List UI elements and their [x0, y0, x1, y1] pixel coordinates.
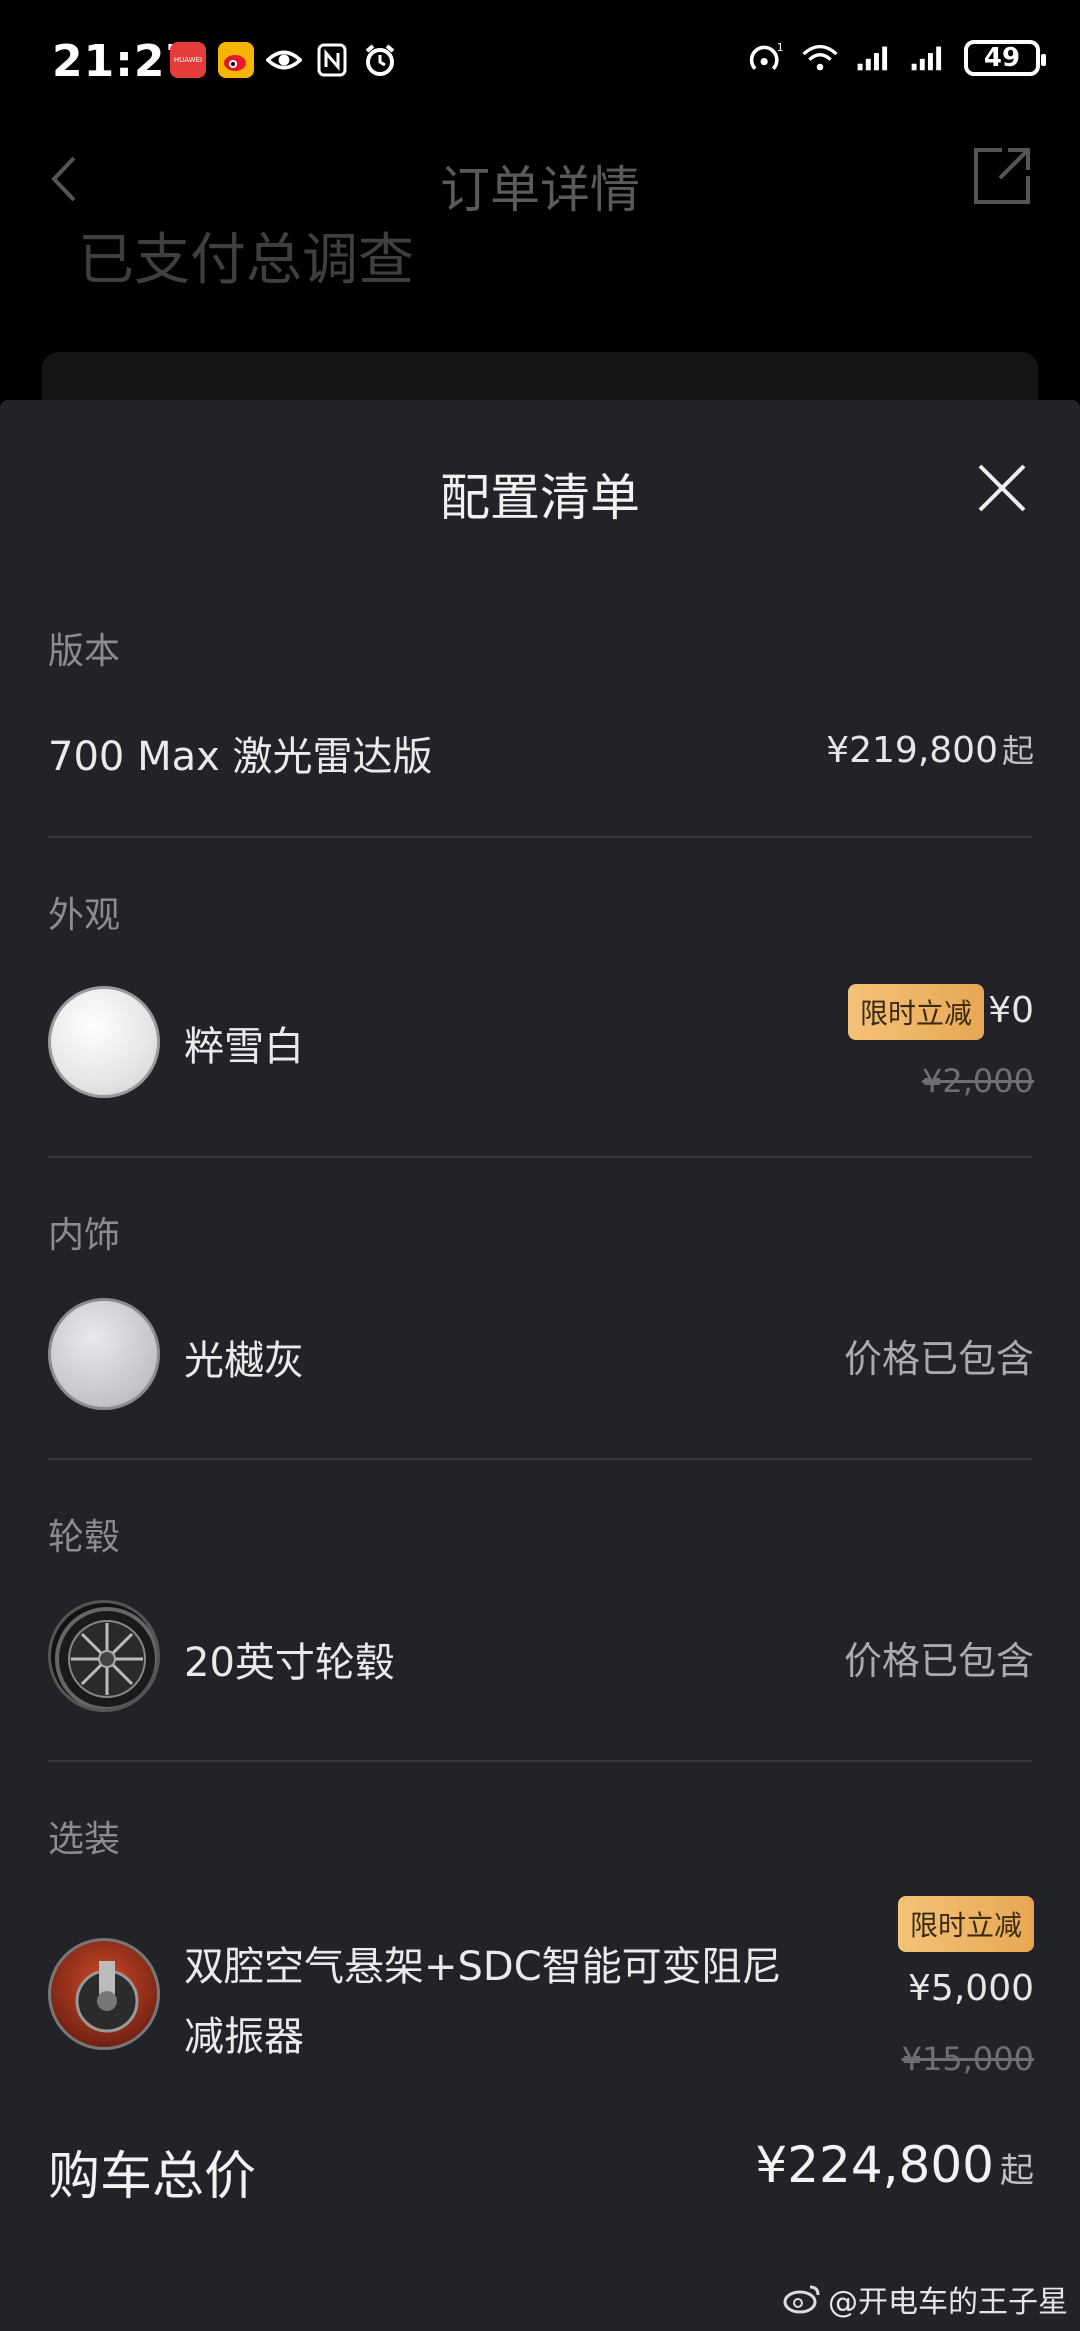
signal-icon-2	[910, 40, 946, 76]
wheels-price-note: 价格已包含	[843, 1639, 1034, 1683]
wheels-name: 20英寸轮毂	[184, 1640, 395, 1686]
status-bar: 21:27 HUAWEI 1 49	[0, 0, 1080, 120]
wheel-thumbnail	[48, 1600, 160, 1712]
exterior-name: 粹雪白	[184, 1024, 304, 1070]
sheet-title: 配置清单	[440, 469, 640, 527]
notification-icons: HUAWEI	[170, 42, 398, 78]
nfc-icon	[314, 42, 350, 78]
interior-color-swatch	[48, 1298, 160, 1410]
background-page: 订单详情 已支付总调查	[0, 120, 1080, 400]
interior-price-note: 价格已包含	[843, 1337, 1034, 1381]
total-price: ¥224,800 起	[755, 2136, 1034, 2194]
total-price-suffix: 起	[1000, 2151, 1034, 2191]
section-label-options: 选装	[48, 1819, 121, 1860]
exterior-color-swatch	[48, 986, 160, 1098]
weibo-app-icon	[218, 42, 254, 78]
share-icon	[972, 146, 1032, 206]
page-title: 订单详情	[440, 161, 640, 219]
signal-icon-1	[856, 40, 892, 76]
discount-badge: 限时立减	[847, 984, 984, 1040]
options-name-line1: 双腔空气悬架+SDC智能可变阻尼	[184, 1944, 782, 1990]
watermark: @开电车的王子星	[782, 2277, 1068, 2321]
version-price: ¥219,800 起	[826, 726, 1034, 772]
section-label-version: 版本	[48, 631, 121, 672]
exterior-price: ¥0	[988, 990, 1034, 1031]
discount-badge: 限时立减	[897, 1896, 1034, 1952]
battery-icon: 49	[964, 40, 1046, 76]
eye-icon	[266, 42, 302, 78]
options-original-price: ¥15,000	[901, 2040, 1034, 2078]
watermark-text: @开电车的王子星	[828, 2285, 1068, 2320]
divider	[48, 1458, 1032, 1460]
suspension-thumbnail	[48, 1938, 160, 2050]
section-label-exterior: 外观	[48, 895, 121, 936]
interior-name: 光樾灰	[184, 1338, 304, 1384]
section-label-interior: 内饰	[48, 1215, 121, 1256]
weibo-icon	[783, 2285, 820, 2314]
hotspot-icon: 1	[748, 40, 784, 76]
system-status-icons: 1 49	[748, 40, 1046, 76]
total-label: 购车总价	[48, 2147, 257, 2207]
options-name-line2: 减振器	[184, 2014, 304, 2060]
divider	[48, 1156, 1032, 1158]
divider	[48, 1760, 1032, 1762]
exterior-original-price: ¥2,000	[922, 1062, 1034, 1100]
total-price-value: ¥224,800	[755, 2136, 994, 2194]
alarm-icon	[362, 42, 398, 78]
options-price: ¥5,000	[908, 1968, 1034, 2009]
svg-text:1: 1	[777, 41, 784, 54]
huawei-app-icon: HUAWEI	[170, 42, 206, 78]
close-button[interactable]	[974, 460, 1030, 516]
close-icon	[978, 464, 1026, 512]
page-subtitle: 已支付总调查	[78, 228, 414, 293]
divider	[48, 836, 1032, 838]
section-label-wheels: 轮毂	[48, 1517, 121, 1558]
config-list-sheet: 配置清单 版本 700 Max 激光雷达版 ¥219,800 起 外观 粹雪白 限…	[0, 400, 1080, 2331]
wifi-icon	[802, 40, 838, 76]
background-card	[42, 352, 1038, 400]
version-price-value: ¥219,800	[826, 730, 998, 771]
version-price-suffix: 起	[1001, 732, 1034, 770]
version-name: 700 Max 激光雷达版	[48, 734, 433, 780]
